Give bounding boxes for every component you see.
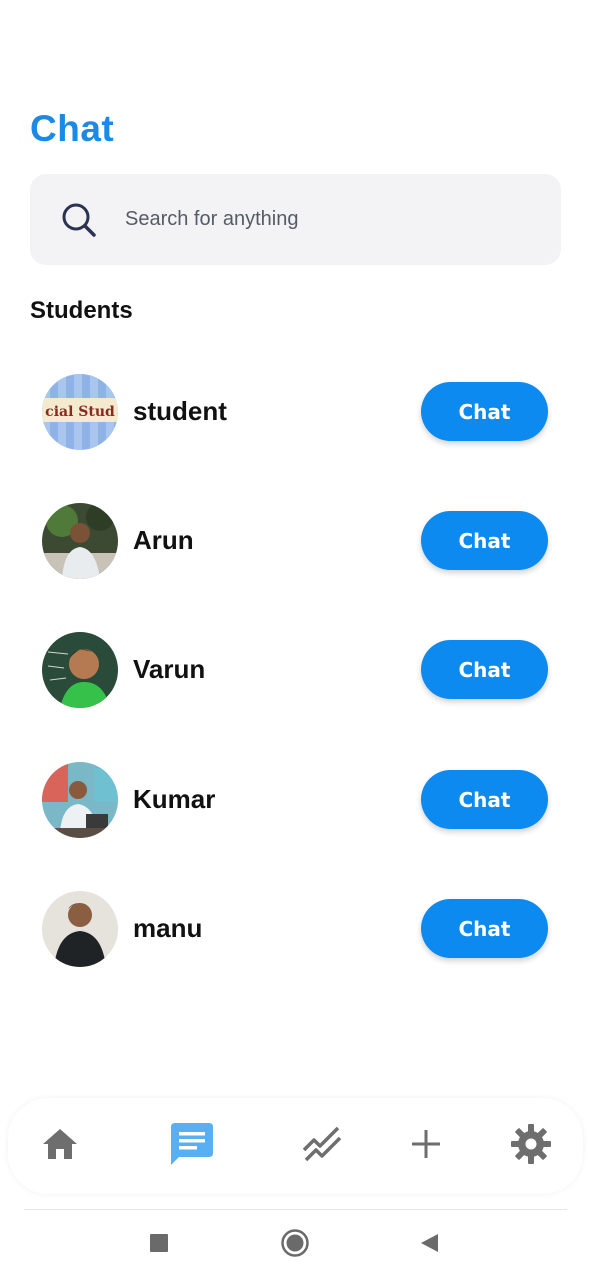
system-back-button[interactable] [412,1228,446,1262]
chat-button[interactable]: Chat [421,770,548,829]
avatar[interactable] [42,762,118,838]
student-name: student [133,396,227,426]
trending-icon [300,1122,344,1171]
system-home-button[interactable] [278,1228,312,1262]
page-title: Chat [30,108,115,149]
student-name: manu [133,913,203,943]
home-icon [40,1124,80,1169]
avatar[interactable] [42,632,118,708]
student-name: Arun [133,525,194,555]
recent-apps-button[interactable] [142,1228,176,1262]
avatar[interactable] [42,503,118,579]
student-name: Kumar [133,784,216,814]
settings-gear-icon [509,1122,553,1171]
system-nav-divider [24,1209,567,1210]
list-item: manu Chat [0,891,591,971]
search-icon[interactable] [60,201,98,239]
recent-apps-icon [149,1233,169,1258]
home-circle-icon [280,1228,310,1263]
list-item: Varun Chat [0,632,591,712]
nav-settings[interactable] [503,1118,559,1174]
add-icon [410,1128,442,1165]
section-title: Students [30,297,133,324]
list-item: Kumar Chat [0,762,591,842]
list-item: Arun Chat [0,503,591,583]
chat-button[interactable]: Chat [421,899,548,958]
list-item: cial Stud student Chat [0,374,591,454]
chat-message-icon [165,1119,215,1174]
search-input[interactable] [123,200,507,238]
chat-button[interactable]: Chat [421,640,548,699]
avatar[interactable] [42,891,118,967]
nav-add[interactable] [398,1118,454,1174]
nav-home[interactable] [32,1118,88,1174]
student-name: Varun [133,654,206,684]
nav-chat[interactable] [162,1118,218,1174]
back-triangle-icon [418,1232,440,1259]
chat-button[interactable]: Chat [421,382,548,441]
chat-button[interactable]: Chat [421,511,548,570]
avatar[interactable]: cial Stud [42,374,118,450]
nav-trending[interactable] [294,1118,350,1174]
avatar-banner-text: cial Stud [45,404,115,420]
